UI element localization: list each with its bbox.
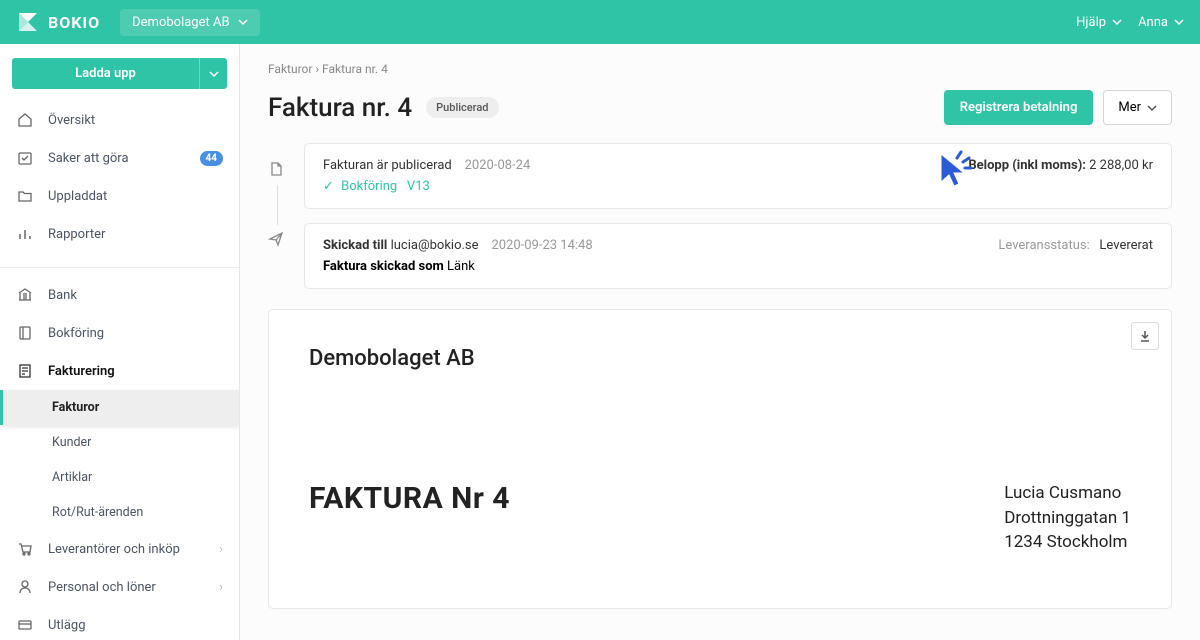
- download-icon: [1138, 329, 1152, 343]
- bookkeeping-link[interactable]: Bokföring: [341, 179, 400, 194]
- nav-uploaded[interactable]: Uppladdat: [0, 177, 239, 215]
- nav-expenses[interactable]: Utlägg: [0, 606, 239, 640]
- nav-sub-rotrut[interactable]: Rot/Rut-ärenden: [0, 495, 239, 530]
- chevron-right-icon: ›: [219, 580, 223, 595]
- download-button[interactable]: [1131, 322, 1159, 350]
- sent-label: Skickad till: [323, 238, 387, 253]
- register-payment-button[interactable]: Registrera betalning: [944, 90, 1094, 125]
- document-icon: [268, 161, 286, 179]
- nav-sub-customers[interactable]: Kunder: [0, 425, 239, 460]
- invoice-preview: Demobolaget AB FAKTURA Nr 4 Lucia Cusman…: [268, 309, 1172, 609]
- logo-icon: [16, 10, 40, 34]
- chevron-down-icon: [1147, 103, 1157, 113]
- book-icon: [16, 324, 34, 342]
- amount-value: 2 288,00 kr: [1089, 158, 1153, 173]
- page-title: Faktura nr. 4: [268, 93, 412, 123]
- breadcrumb: Fakturor › Faktura nr. 4: [268, 62, 1172, 76]
- method-value: Länk: [447, 259, 475, 274]
- nav-suppliers[interactable]: Leverantörer och inköp ›: [0, 530, 239, 568]
- bank-icon: [16, 286, 34, 304]
- send-icon: [268, 231, 286, 249]
- timeline-rail: [268, 143, 286, 289]
- method-label: Faktura skickad som: [323, 259, 444, 274]
- calendar-check-icon: [16, 149, 34, 167]
- sent-card: Skickad till lucia@bokio.se 2020-09-23 1…: [304, 223, 1172, 289]
- nav-bookkeeping[interactable]: Bokföring: [0, 314, 239, 352]
- amount-label: Belopp (inkl moms):: [968, 158, 1086, 173]
- chevron-down-icon: [1174, 17, 1184, 27]
- main-content: Fakturor › Faktura nr. 4 Faktura nr. 4 P…: [240, 44, 1200, 640]
- help-menu[interactable]: Hjälp: [1076, 15, 1122, 30]
- nav-sub-articles[interactable]: Artiklar: [0, 460, 239, 495]
- user-menu[interactable]: Anna: [1138, 15, 1184, 30]
- published-card: Fakturan är publicerad 2020-08-24 Belopp…: [304, 143, 1172, 209]
- breadcrumb-parent[interactable]: Fakturor: [268, 62, 312, 76]
- topbar: BOKIO Demobolaget AB Hjälp Anna: [0, 0, 1200, 44]
- chevron-right-icon: ›: [219, 542, 223, 557]
- brand-text: BOKIO: [48, 13, 100, 32]
- chevron-down-icon: [209, 69, 219, 79]
- folder-icon: [16, 187, 34, 205]
- upload-dropdown[interactable]: [199, 58, 227, 89]
- nav-reports[interactable]: Rapporter: [0, 215, 239, 253]
- invoice-customer: Lucia Cusmano Drottninggatan 1 1234 Stoc…: [1004, 481, 1131, 555]
- sent-datetime: 2020-09-23 14:48: [491, 238, 592, 253]
- company-selector[interactable]: Demobolaget AB: [120, 9, 259, 36]
- published-label: Fakturan är publicerad: [323, 158, 452, 173]
- nav-bank[interactable]: Bank: [0, 276, 239, 314]
- nav-overview[interactable]: Översikt: [0, 101, 239, 139]
- published-date: 2020-08-24: [465, 158, 531, 173]
- nav-sub-invoices[interactable]: Fakturor: [0, 390, 239, 425]
- brand-logo: BOKIO: [16, 10, 100, 34]
- todo-badge: 44: [200, 151, 223, 166]
- card-icon: [16, 616, 34, 634]
- nav-invoicing[interactable]: Fakturering: [0, 352, 239, 390]
- sidebar: Ladda upp Översikt Saker att göra 44 Upp…: [0, 44, 240, 640]
- sent-email: lucia@bokio.se: [391, 238, 479, 253]
- delivery-value: Levererat: [1099, 238, 1153, 253]
- upload-button[interactable]: Ladda upp: [12, 58, 199, 89]
- chevron-down-icon: [1112, 17, 1122, 27]
- invoice-company: Demobolaget AB: [309, 346, 1131, 371]
- breadcrumb-current: Faktura nr. 4: [322, 62, 388, 76]
- invoice-title: FAKTURA Nr 4: [309, 481, 510, 555]
- check-icon: ✓: [323, 179, 334, 194]
- chevron-down-icon: [238, 17, 248, 27]
- more-button[interactable]: Mer: [1103, 90, 1172, 125]
- bookkeeping-ref-link[interactable]: V13: [407, 179, 430, 194]
- status-badge: Publicerad: [426, 97, 498, 118]
- person-icon: [16, 578, 34, 596]
- home-icon: [16, 111, 34, 129]
- nav-payroll[interactable]: Personal och löner ›: [0, 568, 239, 606]
- invoice-icon: [16, 362, 34, 380]
- nav-todo[interactable]: Saker att göra 44: [0, 139, 239, 177]
- cart-icon: [16, 540, 34, 558]
- chart-icon: [16, 225, 34, 243]
- delivery-label: Leveransstatus:: [998, 238, 1089, 253]
